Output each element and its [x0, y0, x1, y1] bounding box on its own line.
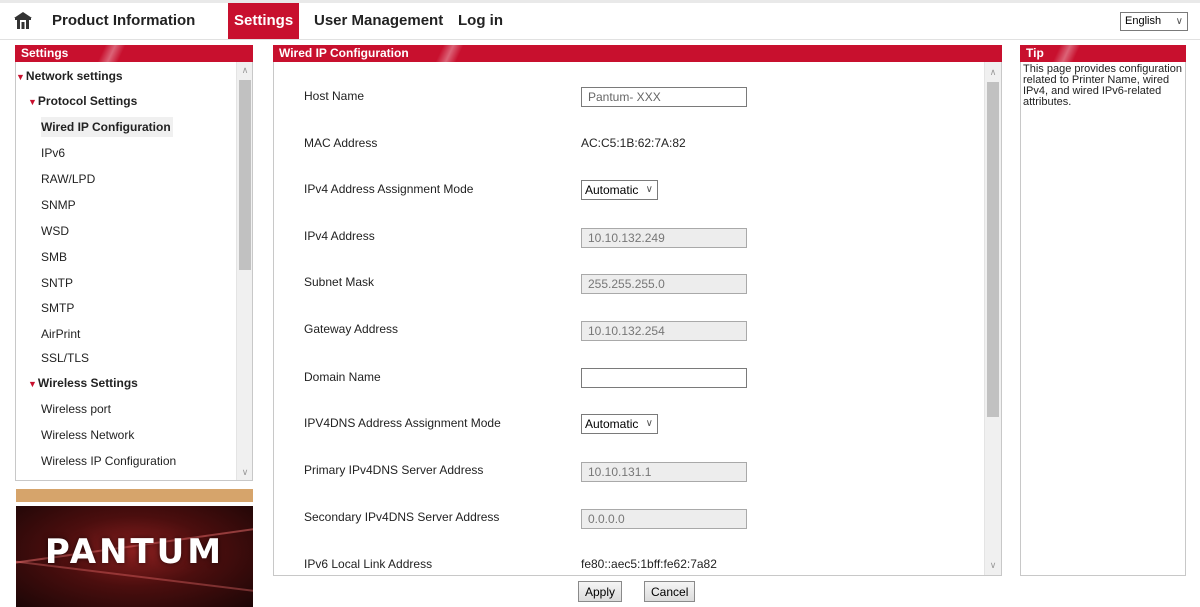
- secondary-dns-label: Secondary IPv4DNS Server Address: [304, 510, 500, 524]
- nav-user-management[interactable]: User Management: [314, 3, 443, 39]
- tree-smtp[interactable]: SMTP: [41, 298, 74, 318]
- home-icon[interactable]: [13, 10, 33, 30]
- language-select-value: English: [1125, 15, 1162, 27]
- tree-raw-lpd[interactable]: RAW/LPD: [41, 169, 95, 189]
- gateway-address-input: [581, 321, 747, 341]
- top-navigation-bar: Product Information Settings User Manage…: [0, 0, 1200, 40]
- apply-button[interactable]: Apply: [578, 581, 623, 602]
- tree-label: Protocol Settings: [37, 94, 138, 108]
- ipv4-mode-select-value: Automatic: [585, 183, 639, 197]
- settings-tree-panel: ▼Network settings ▼Protocol Settings Wir…: [15, 62, 253, 481]
- logo-text: PANTUM: [44, 532, 225, 572]
- settings-panel-header: Settings: [15, 45, 253, 62]
- nav-product-information[interactable]: Product Information: [52, 3, 195, 39]
- tree-wired-ip-configuration[interactable]: Wired IP Configuration: [41, 117, 173, 137]
- nav-settings[interactable]: Settings: [228, 3, 300, 39]
- tree-wsd[interactable]: WSD: [41, 221, 69, 241]
- ipv4-mode-label: IPv4 Address Assignment Mode: [304, 182, 474, 196]
- tree-airprint[interactable]: AirPrint: [41, 324, 80, 344]
- tree-wireless-port[interactable]: Wireless port: [41, 399, 111, 419]
- mac-address-label: MAC Address: [304, 136, 378, 150]
- tree-smb[interactable]: SMB: [41, 247, 67, 267]
- primary-dns-label: Primary IPv4DNS Server Address: [304, 463, 484, 477]
- tree-wireless-network[interactable]: Wireless Network: [41, 425, 134, 445]
- tree-label: Network settings: [25, 69, 123, 83]
- scroll-thumb[interactable]: [987, 82, 999, 417]
- tip-text: This page provides configuration related…: [1023, 63, 1182, 108]
- cancel-button[interactable]: Cancel: [644, 581, 696, 602]
- decorative-bar: [16, 489, 253, 502]
- host-name-input[interactable]: [581, 87, 747, 107]
- tip-panel: This page provides configuration related…: [1020, 62, 1186, 576]
- triangle-down-icon: ▼: [28, 379, 37, 389]
- ipv4-address-input: [581, 228, 747, 248]
- tree-snmp[interactable]: SNMP: [41, 195, 76, 215]
- settings-panel-title: Settings: [21, 46, 69, 60]
- ipv6-link-local-label: IPv6 Local Link Address: [304, 557, 433, 571]
- tree-ssl-tls[interactable]: SSL/TLS: [41, 348, 89, 368]
- ipv6-link-local-value: fe80::aec5:1bff:fe62:7a82: [581, 557, 717, 571]
- scroll-down-icon[interactable]: ∨: [985, 557, 1001, 573]
- subnet-mask-input: [581, 274, 747, 294]
- tree-protocol-settings[interactable]: ▼Protocol Settings: [28, 91, 137, 111]
- chevron-down-icon: ∨: [645, 418, 653, 429]
- nav-log-in[interactable]: Log in: [458, 3, 503, 39]
- tree-sntp[interactable]: SNTP: [41, 273, 73, 293]
- ipv4dns-mode-label: IPV4DNS Address Assignment Mode: [304, 416, 501, 430]
- language-select[interactable]: English ∨: [1120, 12, 1188, 31]
- triangle-down-icon: ▼: [16, 72, 25, 82]
- chevron-down-icon: ∨: [1175, 16, 1183, 27]
- settings-tree-scrollbar[interactable]: ∧ ∨: [236, 62, 252, 480]
- primary-dns-input: [581, 462, 747, 482]
- tree-wireless-settings[interactable]: ▼Wireless Settings: [28, 373, 138, 393]
- scroll-up-icon[interactable]: ∧: [237, 62, 252, 78]
- tree-network-settings[interactable]: ▼Network settings: [16, 66, 123, 86]
- gateway-address-label: Gateway Address: [304, 322, 399, 336]
- pantum-logo: PANTUM: [16, 506, 253, 607]
- host-name-label: Host Name: [304, 89, 365, 103]
- page-title: Wired IP Configuration: [279, 46, 409, 60]
- triangle-down-icon: ▼: [28, 97, 37, 107]
- domain-name-label: Domain Name: [304, 370, 381, 384]
- subnet-mask-label: Subnet Mask: [304, 275, 375, 289]
- chevron-down-icon: ∨: [645, 184, 653, 195]
- secondary-dns-input: [581, 509, 747, 529]
- ipv4dns-mode-select[interactable]: Automatic ∨: [581, 414, 658, 434]
- mac-address-value: AC:C5:1B:62:7A:82: [581, 136, 686, 150]
- tree-ipv6[interactable]: IPv6: [41, 143, 65, 163]
- scroll-down-icon[interactable]: ∨: [237, 464, 252, 480]
- domain-name-input[interactable]: [581, 368, 747, 388]
- scroll-up-icon[interactable]: ∧: [985, 64, 1001, 80]
- form-scrollbar[interactable]: ∧ ∨: [984, 62, 1001, 575]
- tree-wireless-ip-configuration[interactable]: Wireless IP Configuration: [41, 451, 176, 471]
- ipv4-mode-select[interactable]: Automatic ∨: [581, 180, 658, 200]
- tip-title: Tip: [1026, 46, 1044, 60]
- tip-panel-header: Tip: [1020, 45, 1186, 62]
- wired-ip-panel-header: Wired IP Configuration: [273, 45, 1002, 62]
- scroll-thumb[interactable]: [239, 80, 251, 270]
- ipv4dns-mode-select-value: Automatic: [585, 417, 639, 431]
- tree-label: Wireless Settings: [37, 376, 138, 390]
- wired-ip-configuration-form: Host Name MAC Address AC:C5:1B:62:7A:82 …: [273, 62, 1002, 576]
- ipv4-address-label: IPv4 Address: [304, 229, 375, 243]
